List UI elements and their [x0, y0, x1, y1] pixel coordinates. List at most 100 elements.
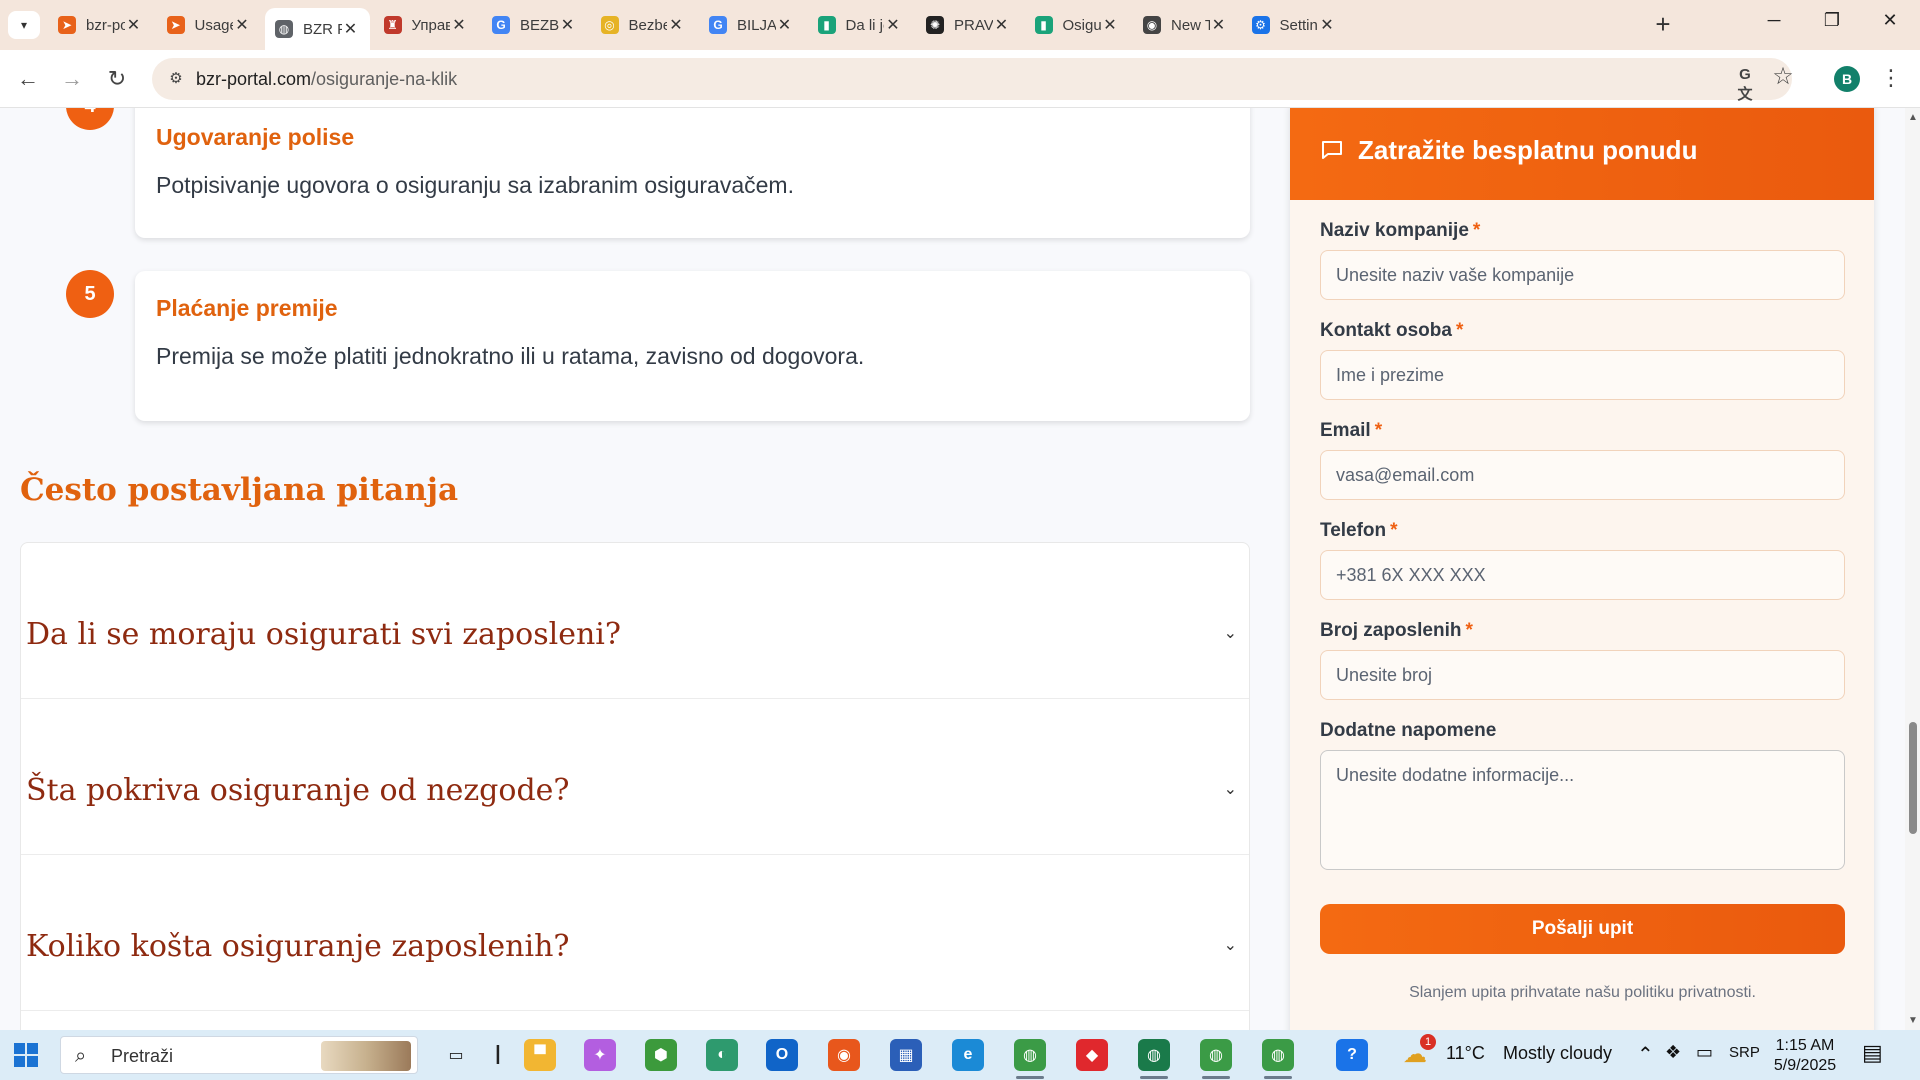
browser-tab[interactable]: ➤ Usage✕ — [157, 9, 262, 41]
faq-question[interactable]: Šta pokriva osiguranje od nezgode? — [26, 773, 570, 808]
chevron-down-icon[interactable]: ⌄ — [1224, 935, 1237, 955]
chrome-profile-icon[interactable]: ◍ — [1138, 1039, 1170, 1071]
scrollbar-thumb[interactable] — [1909, 722, 1917, 834]
tab-close-icon[interactable]: ✕ — [993, 15, 1011, 35]
browser-tab[interactable]: ⚙ Setting✕ — [1242, 9, 1347, 41]
browser-tab[interactable]: ➤ bzr-po ✕ — [48, 9, 153, 41]
contact-person-label: Kontakt osoba * — [1320, 320, 1463, 342]
task-view-icon[interactable]: ▭ — [440, 1039, 472, 1071]
show-hidden-icons-icon[interactable]: ⌃ — [1637, 1042, 1654, 1067]
taskbar-search[interactable]: ⌕ Pretraži — [60, 1036, 418, 1074]
help-icon[interactable]: ? — [1336, 1039, 1368, 1071]
tab-close-icon[interactable]: ✕ — [1318, 15, 1336, 35]
browser-tab[interactable]: ▮ Osigur✕ — [1025, 9, 1130, 41]
bookmark-star-icon[interactable]: ☆ — [1770, 64, 1796, 90]
browser-tab[interactable]: ▮ Da li je✕ — [808, 9, 913, 41]
label-text: Naziv kompanije — [1320, 220, 1469, 241]
faq-item[interactable]: Da li se moraju osigurati svi zaposleni?… — [21, 543, 1249, 699]
tab-search-menu-icon[interactable]: ▾ — [8, 11, 40, 39]
browser-tab[interactable]: G BEZBEI✕ — [482, 9, 587, 41]
minimize-button[interactable]: ─ — [1745, 0, 1803, 40]
tab-close-icon[interactable]: ✕ — [233, 15, 251, 35]
contact-person-input[interactable] — [1320, 350, 1845, 400]
browser-tab[interactable]: ✺ PRAVII✕ — [916, 9, 1021, 41]
form-title: Zatražite besplatnu ponudu — [1358, 135, 1698, 165]
tab-close-icon[interactable]: ✕ — [1101, 15, 1119, 35]
new-tab-button[interactable]: + — [1648, 11, 1678, 39]
chrome-icon-3[interactable]: ◍ — [1262, 1039, 1294, 1071]
tab-label: PRAVII — [954, 16, 993, 34]
browser-menu-icon[interactable]: ⋮ — [1880, 64, 1902, 92]
clock-time: 1:15 AM — [1775, 1037, 1835, 1054]
anydesk-icon[interactable]: ◆ — [1076, 1039, 1108, 1071]
step-card-5: Plaćanje premije Premija se može platiti… — [135, 271, 1250, 421]
tab-favicon-icon: ▮ — [1034, 16, 1053, 34]
tab-label: bzr-po — [86, 16, 125, 34]
label-text: Dodatne napomene — [1320, 720, 1497, 741]
submit-button[interactable]: Pošalji upit — [1320, 904, 1845, 954]
translate-icon[interactable]: G文 — [1732, 66, 1758, 103]
tab-close-icon[interactable]: ✕ — [884, 15, 902, 35]
search-icon: ⌕ — [75, 1045, 87, 1067]
faq-item[interactable]: Koliko košta osiguranje zaposlenih? ⌄ — [21, 855, 1249, 1011]
notes-textarea[interactable] — [1320, 750, 1845, 870]
address-bar[interactable]: ⚙ bzr-portal.com/osiguranje-na-klik — [152, 58, 1792, 100]
language-indicator[interactable]: SRP — [1729, 1044, 1760, 1061]
notifications-icon[interactable]: ▤ — [1862, 1040, 1883, 1066]
start-button[interactable] — [14, 1043, 38, 1067]
browser-tab[interactable]: ◎ Bezbe ✕ — [591, 9, 696, 41]
faq-question[interactable]: Da li se moraju osigurati svi zaposleni? — [26, 617, 621, 652]
chevron-down-icon[interactable]: ⌄ — [1224, 623, 1237, 643]
page-scrollbar[interactable]: ▲ ▼ — [1905, 108, 1920, 1030]
chrome-icon[interactable]: ◍ — [1014, 1039, 1046, 1071]
store-icon[interactable]: ▦ — [890, 1039, 922, 1071]
scroll-down-arrow-icon[interactable]: ▼ — [1908, 1015, 1918, 1026]
phone-label: Telefon * — [1320, 520, 1398, 542]
browser-tab[interactable]: ♜ Управ ✕ — [374, 9, 479, 41]
browser-tab[interactable]: G BILJAN✕ — [699, 9, 804, 41]
site-info-icon[interactable]: ⚙ — [166, 69, 186, 89]
chrome-icon-2[interactable]: ◍ — [1200, 1039, 1232, 1071]
running-indicator — [1264, 1076, 1292, 1079]
chevron-down-icon[interactable]: ⌄ — [1224, 779, 1237, 799]
green-hex-app-icon[interactable]: ⬢ — [645, 1039, 677, 1071]
green-drop-app-icon[interactable]: ◐ — [706, 1039, 738, 1071]
clock[interactable]: 1:15 AM 5/9/2025 — [1770, 1036, 1840, 1076]
close-window-button[interactable]: ✕ — [1861, 0, 1919, 40]
tab-close-icon[interactable]: ✕ — [125, 15, 143, 35]
company-name-input[interactable] — [1320, 250, 1845, 300]
browser-tab[interactable]: ◍ BZR Po✕ — [265, 8, 370, 50]
file-explorer-icon[interactable]: ▀ — [524, 1039, 556, 1071]
restore-button[interactable]: ❐ — [1803, 0, 1861, 40]
form-header: Zatražite besplatnu ponudu — [1290, 108, 1874, 200]
reload-button[interactable]: ↻ — [100, 63, 134, 95]
back-button[interactable]: ← — [11, 63, 45, 95]
search-highlight-image[interactable] — [321, 1041, 411, 1071]
tab-close-icon[interactable]: ✕ — [776, 15, 794, 35]
tab-close-icon[interactable]: ✕ — [667, 15, 685, 35]
firefox-icon[interactable]: ◉ — [828, 1039, 860, 1071]
widgets-icon[interactable]: ┃ — [482, 1039, 514, 1071]
tab-close-icon[interactable]: ✕ — [450, 15, 468, 35]
faq-question[interactable]: Koliko košta osiguranje zaposlenih? — [26, 929, 570, 964]
employee-count-input[interactable] — [1320, 650, 1845, 700]
tab-close-icon[interactable]: ✕ — [559, 15, 577, 35]
profile-avatar[interactable]: B — [1834, 66, 1860, 92]
tab-close-icon[interactable]: ✕ — [1210, 15, 1228, 35]
copilot-icon[interactable]: ✦ — [584, 1039, 616, 1071]
forward-button[interactable]: → — [55, 63, 89, 95]
step-description: Potpisivanje ugovora o osiguranju sa iza… — [156, 172, 794, 198]
tab-close-icon[interactable]: ✕ — [342, 19, 360, 39]
tab-favicon-icon: G — [492, 16, 510, 34]
dropbox-icon[interactable]: ❖ — [1665, 1042, 1681, 1063]
outlook-icon[interactable]: O — [766, 1039, 798, 1071]
running-indicator — [1202, 1076, 1230, 1079]
scroll-up-arrow-icon[interactable]: ▲ — [1908, 112, 1918, 123]
edge-icon[interactable]: e — [952, 1039, 984, 1071]
phone-input[interactable] — [1320, 550, 1845, 600]
browser-tab[interactable]: ◉ New Ta✕ — [1133, 9, 1238, 41]
email-field[interactable] — [1320, 450, 1845, 500]
url-text[interactable]: bzr-portal.com/osiguranje-na-klik — [196, 69, 457, 90]
faq-item[interactable]: Šta pokriva osiguranje od nezgode? ⌄ — [21, 699, 1249, 855]
battery-icon[interactable]: ▭ — [1696, 1042, 1713, 1063]
